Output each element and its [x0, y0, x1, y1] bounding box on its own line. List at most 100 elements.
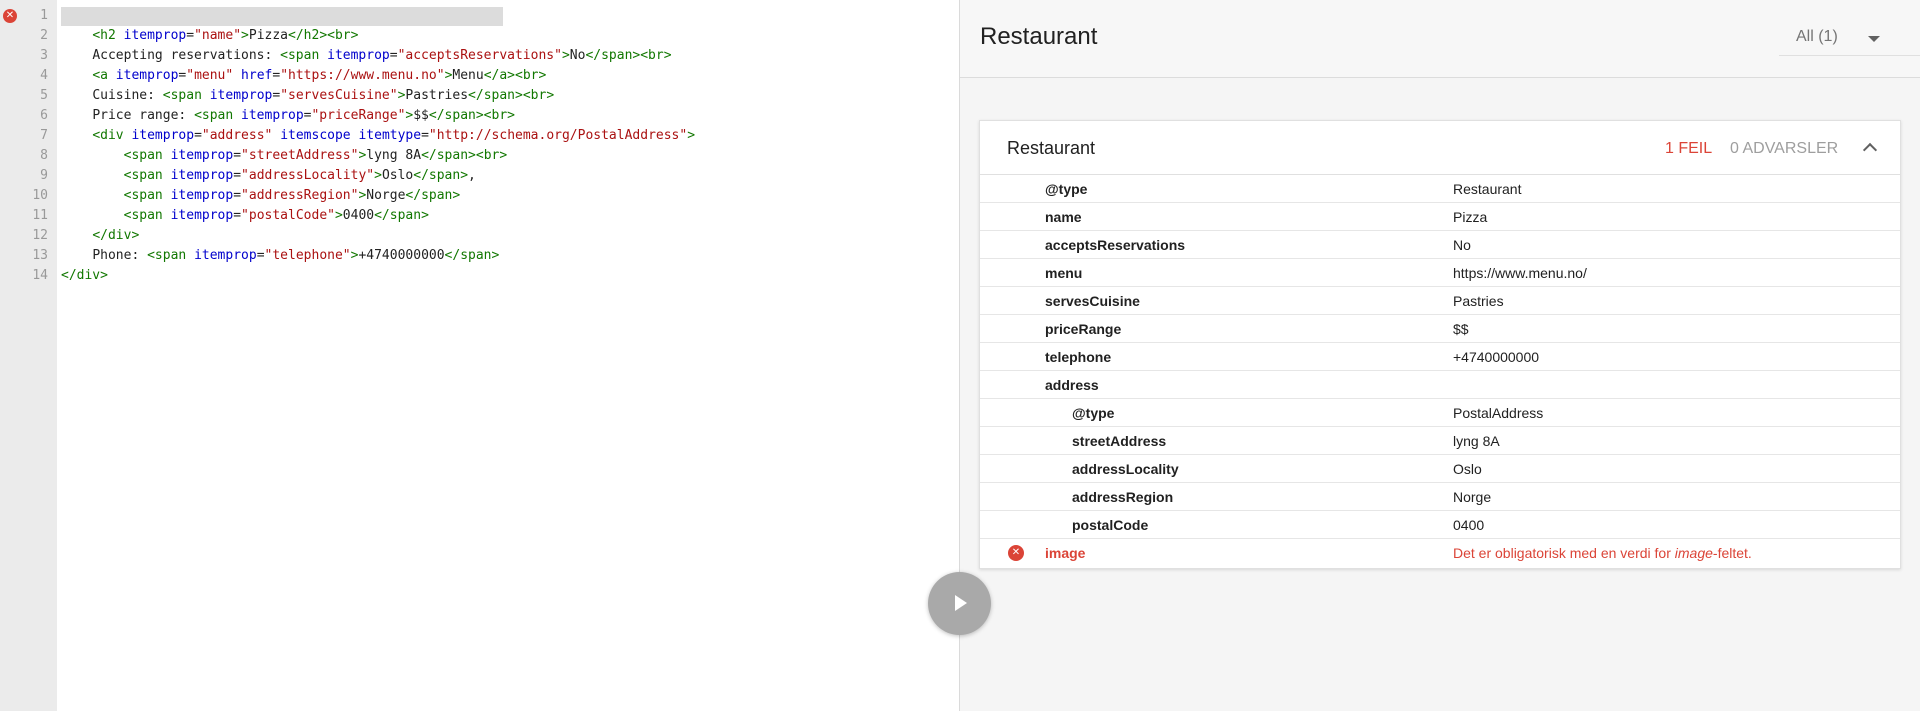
result-filter-label: All (1): [1796, 28, 1838, 45]
results-header: Restaurant All (1): [960, 0, 1920, 78]
property-row[interactable]: servesCuisine Pastries: [980, 287, 1900, 315]
property-row[interactable]: postalCode 0400: [980, 511, 1900, 539]
code-token: </span><br>: [585, 48, 672, 63]
line-number: 1: [40, 8, 48, 23]
code-token: itemtype: [358, 128, 422, 143]
code-token: +4740000000: [358, 248, 445, 263]
code-token: <span: [123, 168, 171, 183]
code-token: </span>: [413, 168, 469, 183]
result-card-title: Restaurant: [1007, 138, 1096, 158]
result-card-header[interactable]: Restaurant 1 FEIL 0 ADVARSLER: [980, 121, 1900, 175]
code-line[interactable]: <span itemprop="addressLocality">Oslo</s…: [61, 166, 951, 186]
property-value: No: [1453, 237, 1471, 253]
property-row[interactable]: priceRange $$: [980, 315, 1900, 343]
code-line[interactable]: [61, 6, 951, 26]
property-key: acceptsReservations: [1045, 237, 1186, 253]
result-filter-dropdown[interactable]: All (1): [1779, 20, 1920, 56]
run-test-button[interactable]: [928, 572, 991, 635]
code-token: =: [233, 168, 242, 183]
chevron-up-icon[interactable]: [1860, 137, 1880, 157]
property-value: 0400: [1453, 517, 1485, 533]
code-token: "acceptsReservations": [397, 48, 562, 63]
property-row[interactable]: addressLocality Oslo: [980, 455, 1900, 483]
code-token: </span><br>: [428, 108, 515, 123]
code-line[interactable]: </div>: [61, 226, 951, 246]
warning-count: 0 ADVARSLER: [1730, 140, 1839, 157]
property-value: Norge: [1453, 489, 1492, 505]
code-token: No: [569, 48, 586, 63]
property-value: PostalAddress: [1453, 405, 1544, 421]
code-token: itemprop: [170, 168, 234, 183]
code-token: <div: [92, 128, 132, 143]
code-line[interactable]: <a itemprop="menu" href="https://www.men…: [61, 66, 951, 86]
property-row[interactable]: streetAddress lyng 8A: [980, 427, 1900, 455]
property-key: @type: [1045, 181, 1088, 197]
code-line[interactable]: Cuisine: <span itemprop="servesCuisine">…: [61, 86, 951, 106]
code-line[interactable]: <div itemprop="address" itemscope itemty…: [61, 126, 951, 146]
error-message-part: -feltet.: [1712, 545, 1752, 561]
property-row[interactable]: address: [980, 371, 1900, 399]
code-token: Menu: [452, 68, 484, 83]
line-number: 8: [40, 148, 48, 163]
property-value: Pizza: [1453, 209, 1488, 225]
property-row[interactable]: @type PostalAddress: [980, 399, 1900, 427]
code-token: "name": [194, 28, 242, 43]
line-number: 10: [32, 188, 48, 203]
code-token: itemprop: [241, 108, 304, 123]
code-token: "menu": [186, 68, 234, 83]
property-value: Restaurant: [1453, 181, 1522, 197]
property-row[interactable]: menu https://www.menu.no/: [980, 259, 1900, 287]
code-token: =: [256, 248, 265, 263]
code-token: "priceRange": [311, 108, 406, 123]
code-line[interactable]: Accepting reservations: <span itemprop="…: [61, 46, 951, 66]
code-token: itemprop: [131, 128, 195, 143]
code-line[interactable]: </div>: [61, 266, 951, 286]
code-token: "postalCode": [241, 208, 335, 223]
code-content[interactable]: <h2 itemprop="name">Pizza</h2><br> Accep…: [61, 6, 951, 286]
code-token: itemprop: [170, 208, 234, 223]
property-value: Det er obligatorisk med en verdi for ima…: [1453, 545, 1752, 561]
code-token: <span: [123, 188, 171, 203]
code-token: <h2: [92, 28, 124, 43]
code-token: =: [233, 208, 242, 223]
code-token: "telephone": [264, 248, 351, 263]
code-token: itemscope: [280, 128, 351, 143]
code-line[interactable]: Phone: <span itemprop="telephone">+47400…: [61, 246, 951, 266]
code-token: =: [233, 148, 242, 163]
code-token: >: [561, 48, 570, 63]
code-token: "https://www.menu.no": [280, 68, 445, 83]
code-line[interactable]: <h2 itemprop="name">Pizza</h2><br>: [61, 26, 951, 46]
property-value: $$: [1453, 321, 1469, 337]
redacted-code-block: [61, 7, 503, 26]
code-token: =: [186, 28, 195, 43]
code-line[interactable]: Price range: <span itemprop="priceRange"…: [61, 106, 951, 126]
code-token: "address": [201, 128, 273, 143]
line-number: 6: [40, 108, 48, 123]
property-row[interactable]: addressRegion Norge: [980, 483, 1900, 511]
property-row-error[interactable]: ✕ image Det er obligatorisk med en verdi f…: [980, 539, 1900, 567]
error-marker-icon[interactable]: ✕: [3, 9, 17, 23]
code-line[interactable]: <span itemprop="streetAddress">lyng 8A</…: [61, 146, 951, 166]
property-value: https://www.menu.no/: [1453, 265, 1587, 281]
code-token: "http://schema.org/PostalAddress": [428, 128, 688, 143]
code-token: itemprop: [194, 248, 257, 263]
line-number: 5: [40, 88, 48, 103]
property-row[interactable]: telephone +4740000000: [980, 343, 1900, 371]
code-line[interactable]: <span itemprop="addressRegion">Norge</sp…: [61, 186, 951, 206]
property-row[interactable]: name Pizza: [980, 203, 1900, 231]
property-row[interactable]: @type Restaurant: [980, 175, 1900, 203]
property-key: image: [1045, 545, 1086, 561]
line-number: 2: [40, 28, 48, 43]
code-token: >: [687, 128, 696, 143]
code-token: $$: [413, 108, 429, 123]
code-token: >: [374, 168, 382, 183]
code-token: </span>: [374, 208, 429, 223]
code-token: Pizza: [248, 28, 289, 43]
line-number: 11: [32, 208, 48, 223]
code-editor[interactable]: ✕ 1 2 3 4 5 6 7 8 9 10 11 12 13 14 <h2 itemprop="name…: [0, 0, 960, 711]
property-row[interactable]: acceptsReservations No: [980, 231, 1900, 259]
line-number: 13: [32, 248, 48, 263]
code-line[interactable]: <span itemprop="postalCode">0400</span>: [61, 206, 951, 226]
code-token: itemprop: [170, 188, 234, 203]
